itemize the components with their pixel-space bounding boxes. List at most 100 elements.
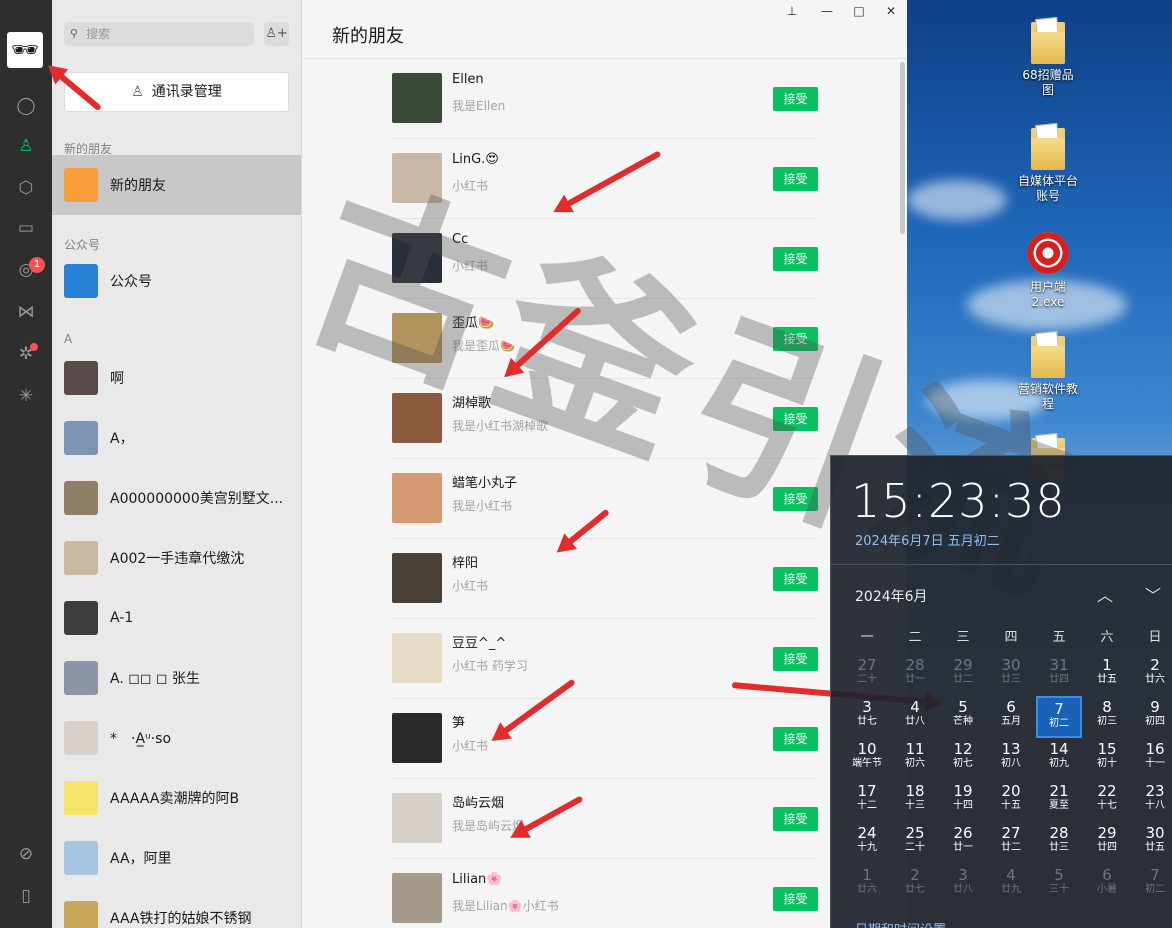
calendar-day[interactable]: 30 廿三 bbox=[988, 654, 1034, 696]
calendar-day[interactable]: 7 初二 bbox=[1132, 864, 1172, 906]
new-friends-icon bbox=[64, 168, 98, 202]
list-item[interactable]: A， bbox=[52, 408, 301, 468]
calendar-day[interactable]: 1 廿五 bbox=[1084, 654, 1130, 696]
calendar-day[interactable]: 9 初四 bbox=[1132, 696, 1172, 738]
accept-button[interactable]: 接受 bbox=[773, 807, 818, 831]
accept-button[interactable]: 接受 bbox=[773, 327, 818, 351]
calendar-day[interactable]: 28 廿三 bbox=[1036, 822, 1082, 864]
pin-icon[interactable]: ⊥ bbox=[782, 2, 802, 20]
mini-program-icon[interactable]: ✳ bbox=[14, 384, 38, 408]
calendar-day[interactable]: 16 十一 bbox=[1132, 738, 1172, 780]
accept-button[interactable]: 接受 bbox=[773, 87, 818, 111]
link-icon[interactable]: ⊘ bbox=[14, 842, 38, 866]
calendar-day[interactable]: 20 十五 bbox=[988, 780, 1034, 822]
accept-button[interactable]: 接受 bbox=[773, 567, 818, 591]
maximize-button[interactable]: □ bbox=[849, 2, 869, 20]
friend-request-row[interactable]: Ellen 我是Ellen 接受 bbox=[392, 59, 818, 139]
calendar-day[interactable]: 28 廿一 bbox=[892, 654, 938, 696]
contacts-icon[interactable]: ♙ bbox=[14, 134, 38, 158]
chevron-up-icon[interactable]: ︿ bbox=[1097, 582, 1113, 606]
calendar-day[interactable]: 2 廿六 bbox=[1132, 654, 1172, 696]
calendar-day[interactable]: 11 初六 bbox=[892, 738, 938, 780]
friend-request-row[interactable]: 湖棹歌 我是小红书湖棹歌 接受 bbox=[392, 379, 818, 459]
calendar-day-today[interactable]: 7 初二 bbox=[1036, 696, 1082, 738]
list-item-new-friends[interactable]: 新的朋友 bbox=[52, 155, 301, 215]
calendar-day[interactable]: 27 廿二 bbox=[988, 822, 1034, 864]
minimize-button[interactable]: — bbox=[817, 2, 837, 20]
calendar-day[interactable]: 21 夏至 bbox=[1036, 780, 1082, 822]
calendar-day[interactable]: 6 五月 bbox=[988, 696, 1034, 738]
calendar-day[interactable]: 17 十二 bbox=[844, 780, 890, 822]
desktop-icon-client-exe[interactable]: 用户端2.exe bbox=[1017, 232, 1079, 310]
accept-button[interactable]: 接受 bbox=[773, 487, 818, 511]
calendar-day[interactable]: 18 十三 bbox=[892, 780, 938, 822]
favorites-icon[interactable]: ⬡ bbox=[14, 176, 38, 200]
calendar-day[interactable]: 2 廿七 bbox=[892, 864, 938, 906]
list-item[interactable]: AA，阿里 bbox=[52, 828, 301, 888]
list-item[interactable]: * ·A̲ᵘ·so bbox=[52, 708, 301, 768]
calendar-day[interactable]: 23 十八 bbox=[1132, 780, 1172, 822]
user-avatar[interactable]: 🕶 bbox=[7, 32, 43, 68]
add-contact-button[interactable]: ♙+ bbox=[264, 22, 289, 46]
clock-date-link[interactable]: 2024年6月7日 五月初二 bbox=[855, 530, 1000, 549]
desktop-icon-media-accounts[interactable]: 自媒体平台账号 bbox=[1017, 128, 1079, 204]
calendar-day[interactable]: 15 初十 bbox=[1084, 738, 1130, 780]
calendar-day[interactable]: 25 二十 bbox=[892, 822, 938, 864]
folder-icon[interactable]: ▭ bbox=[14, 216, 38, 240]
calendar-month-label[interactable]: 2024年6月 bbox=[855, 586, 928, 606]
calendar-day[interactable]: 26 廿一 bbox=[940, 822, 986, 864]
calendar-day[interactable]: 4 廿八 bbox=[892, 696, 938, 738]
calendar-day[interactable]: 12 初七 bbox=[940, 738, 986, 780]
friend-request-row[interactable]: 蜡笔小丸子 我是小红书 接受 bbox=[392, 459, 818, 539]
chevron-down-icon[interactable]: ﹀ bbox=[1145, 582, 1161, 606]
calendar-day[interactable]: 13 初八 bbox=[988, 738, 1034, 780]
accept-button[interactable]: 接受 bbox=[773, 887, 818, 911]
list-item[interactable]: AAA铁打的姑娘不锈钢 bbox=[52, 888, 301, 928]
calendar-day[interactable]: 6 小暑 bbox=[1084, 864, 1130, 906]
accept-button[interactable]: 接受 bbox=[773, 727, 818, 751]
list-item[interactable]: 啊 bbox=[52, 348, 301, 408]
scrollbar[interactable] bbox=[900, 62, 905, 234]
calendar-day[interactable]: 14 初九 bbox=[1036, 738, 1082, 780]
list-item[interactable]: A. ◻◻ ◻ 张生 bbox=[52, 648, 301, 708]
list-item[interactable]: AAAAA卖潮牌的阿B bbox=[52, 768, 301, 828]
calendar-day[interactable]: 4 廿九 bbox=[988, 864, 1034, 906]
calendar-day[interactable]: 5 三十 bbox=[1036, 864, 1082, 906]
calendar-day[interactable]: 5 芒种 bbox=[940, 696, 986, 738]
list-item[interactable]: A-1 bbox=[52, 588, 301, 648]
accept-button[interactable]: 接受 bbox=[773, 647, 818, 671]
phone-icon[interactable]: ▯ bbox=[14, 884, 38, 908]
calendar-day[interactable]: 27 二十 bbox=[844, 654, 890, 696]
calendar-day[interactable]: 22 十七 bbox=[1084, 780, 1130, 822]
calendar-day[interactable]: 31 廿四 bbox=[1036, 654, 1082, 696]
friend-request-row[interactable]: 岛屿云烟 我是岛屿云烟 接受 bbox=[392, 779, 818, 859]
calendar-day[interactable]: 29 廿二 bbox=[940, 654, 986, 696]
friend-request-row[interactable]: Lilian🌸 我是Lilian🌸小红书 接受 bbox=[392, 859, 818, 928]
calendar-day[interactable]: 24 十九 bbox=[844, 822, 890, 864]
calendar-day[interactable]: 8 初三 bbox=[1084, 696, 1130, 738]
calendar-day[interactable]: 3 廿八 bbox=[940, 864, 986, 906]
list-item-official-accounts[interactable]: 公众号 bbox=[52, 251, 301, 311]
accept-button[interactable]: 接受 bbox=[773, 407, 818, 431]
calendar-day[interactable]: 3 廿七 bbox=[844, 696, 890, 738]
list-item[interactable]: A000000000美宫别墅文... bbox=[52, 468, 301, 528]
friend-request-row[interactable]: 笋小红书 接受 bbox=[392, 699, 818, 779]
friend-request-row[interactable]: 梓阳 小红书 接受 bbox=[392, 539, 818, 619]
date-time-settings-link[interactable]: 日期和时间设置 bbox=[855, 919, 946, 928]
desktop-icon-tutorial-folder[interactable]: 营销软件教程 bbox=[1017, 336, 1079, 412]
calendar-day[interactable]: 29 廿四 bbox=[1084, 822, 1130, 864]
channels-icon[interactable]: ⋈ bbox=[14, 300, 38, 324]
friend-request-row[interactable]: 歪瓜🍉 我是歪瓜🍉 接受 bbox=[392, 299, 818, 379]
accept-button[interactable]: 接受 bbox=[773, 247, 818, 271]
calendar-day[interactable]: 30 廿五 bbox=[1132, 822, 1172, 864]
calendar-day[interactable]: 19 十四 bbox=[940, 780, 986, 822]
search-input[interactable]: ⚲ 搜索 bbox=[64, 22, 254, 46]
accept-button[interactable]: 接受 bbox=[773, 167, 818, 191]
chat-icon[interactable]: ◯ bbox=[14, 94, 38, 118]
calendar-day[interactable]: 10 端午节 bbox=[844, 738, 890, 780]
close-button[interactable]: ✕ bbox=[881, 2, 901, 20]
friend-request-row[interactable]: Cc 小红书 接受 bbox=[392, 219, 818, 299]
list-item[interactable]: A002一手违章代缴沈 bbox=[52, 528, 301, 588]
calendar-day[interactable]: 1 廿六 bbox=[844, 864, 890, 906]
desktop-icon-gift-folder[interactable]: 68招赠品图 bbox=[1017, 22, 1079, 98]
